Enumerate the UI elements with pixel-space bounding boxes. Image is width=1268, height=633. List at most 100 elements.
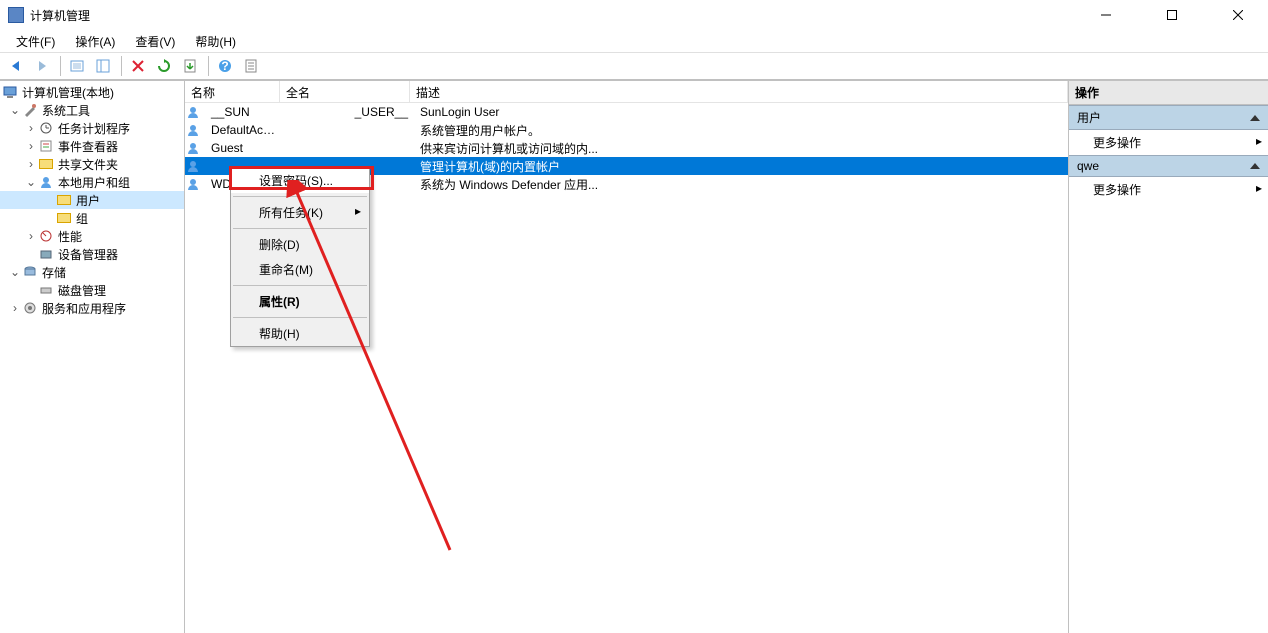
tree-root[interactable]: 计算机管理(本地) [0, 83, 184, 101]
tools-icon [22, 102, 38, 118]
ctx-properties[interactable]: 属性(R) [231, 289, 369, 314]
menu-action[interactable]: 操作(A) [67, 31, 123, 52]
list-row[interactable]: __SUN _USER__ SunLogin User [185, 103, 1068, 121]
cell-desc: 系统管理的用户帐户。 [414, 122, 1068, 139]
cell-desc: 系统为 Windows Defender 应用... [414, 176, 1068, 193]
cell-desc: 管理计算机(域)的内置帐户 [414, 158, 1068, 175]
chevron-right-icon[interactable]: › [24, 229, 38, 243]
tree-label: 计算机管理(本地) [22, 84, 114, 101]
tree-services-apps[interactable]: › 服务和应用程序 [0, 299, 184, 317]
forward-button[interactable] [30, 54, 54, 78]
user-icon [185, 122, 201, 138]
menu-view[interactable]: 查看(V) [127, 31, 183, 52]
tree-task-scheduler[interactable]: › 任务计划程序 [0, 119, 184, 137]
cell-desc: 供来宾访问计算机或访问域的内... [414, 140, 1068, 157]
list-header: 名称 全名 描述 [185, 81, 1068, 103]
tree-label: 性能 [58, 228, 82, 245]
ctx-label: 所有任务(K) [259, 206, 323, 220]
toolbar-separator [121, 56, 122, 76]
action-pane: 操作 用户 更多操作 ▸ qwe 更多操作 ▸ [1068, 81, 1268, 633]
ctx-separator [233, 285, 367, 286]
back-button[interactable] [4, 54, 28, 78]
list-row[interactable]: Guest 供来宾访问计算机或访问域的内... [185, 139, 1068, 157]
tree-label: 本地用户和组 [58, 174, 130, 191]
computer-icon [2, 84, 18, 100]
tree-users[interactable]: 用户 [0, 191, 184, 209]
list-row[interactable]: DefaultAcc... 系统管理的用户帐户。 [185, 121, 1068, 139]
tree-label: 共享文件夹 [58, 156, 118, 173]
tree-label: 组 [76, 210, 88, 227]
toolbar-separator [208, 56, 209, 76]
cell-desc: SunLogin User [414, 105, 1068, 119]
action-group-users[interactable]: 用户 [1069, 105, 1268, 130]
cell-name: DefaultAcc... [205, 123, 284, 137]
chevron-right-icon[interactable]: › [8, 301, 22, 315]
ctx-label: 重命名(M) [259, 263, 313, 277]
ctx-separator [233, 196, 367, 197]
ctx-set-password[interactable]: 设置密码(S)... [231, 168, 369, 193]
tree-performance[interactable]: › 性能 [0, 227, 184, 245]
action-group-qwe[interactable]: qwe [1069, 155, 1268, 177]
column-fullname[interactable]: 全名 [280, 81, 410, 102]
delete-button[interactable] [126, 54, 150, 78]
help-button[interactable]: ? [213, 54, 237, 78]
submenu-arrow-icon: ▸ [355, 204, 361, 218]
ctx-help[interactable]: 帮助(H) [231, 321, 369, 346]
folder-icon [56, 192, 72, 208]
chevron-down-icon[interactable]: ⌄ [8, 265, 22, 279]
app-icon [8, 7, 24, 23]
submenu-arrow-icon: ▸ [1256, 134, 1262, 151]
ctx-rename[interactable]: 重命名(M) [231, 257, 369, 282]
chevron-down-icon[interactable]: ⌄ [24, 175, 38, 189]
action-more-1[interactable]: 更多操作 ▸ [1069, 130, 1268, 155]
submenu-arrow-icon: ▸ [1256, 181, 1262, 198]
tree-label: 磁盘管理 [58, 282, 106, 299]
cell-fullname: _USER__ [284, 105, 414, 119]
show-hide-tree-button[interactable] [91, 54, 115, 78]
toolbar: ? [0, 52, 1268, 80]
window-title: 计算机管理 [30, 7, 1084, 24]
maximize-button[interactable] [1150, 1, 1194, 29]
tree-disk-management[interactable]: 磁盘管理 [0, 281, 184, 299]
user-icon [185, 104, 201, 120]
action-group-label: 用户 [1077, 109, 1101, 126]
refresh-button[interactable] [152, 54, 176, 78]
tree-label: 事件查看器 [58, 138, 118, 155]
tree-shared-folders[interactable]: › 共享文件夹 [0, 155, 184, 173]
tree-storage[interactable]: ⌄ 存储 [0, 263, 184, 281]
chevron-right-icon[interactable]: › [24, 157, 38, 171]
event-icon [38, 138, 54, 154]
tree-label: 存储 [42, 264, 66, 281]
properties-button[interactable] [239, 54, 263, 78]
user-icon [185, 140, 201, 156]
tree-local-users-groups[interactable]: ⌄ 本地用户和组 [0, 173, 184, 191]
ctx-all-tasks[interactable]: 所有任务(K) ▸ [231, 200, 369, 225]
action-more-2[interactable]: 更多操作 ▸ [1069, 177, 1268, 202]
chevron-right-icon[interactable]: › [24, 139, 38, 153]
ctx-label: 帮助(H) [259, 327, 300, 341]
ctx-delete[interactable]: 删除(D) [231, 232, 369, 257]
cell-name: __SUN [205, 105, 284, 119]
services-icon [22, 300, 38, 316]
minimize-button[interactable] [1084, 1, 1128, 29]
column-description[interactable]: 描述 [410, 81, 1068, 102]
chevron-down-icon[interactable]: ⌄ [8, 103, 22, 117]
menu-file[interactable]: 文件(F) [8, 31, 63, 52]
clock-icon [38, 120, 54, 136]
close-button[interactable] [1216, 1, 1260, 29]
menu-help[interactable]: 帮助(H) [187, 31, 244, 52]
up-button[interactable] [65, 54, 89, 78]
column-name[interactable]: 名称 [185, 81, 280, 102]
performance-icon [38, 228, 54, 244]
chevron-right-icon[interactable]: › [24, 121, 38, 135]
action-header: 操作 [1069, 81, 1268, 105]
export-button[interactable] [178, 54, 202, 78]
tree-system-tools[interactable]: ⌄ 系统工具 [0, 101, 184, 119]
tree-device-manager[interactable]: 设备管理器 [0, 245, 184, 263]
tree-event-viewer[interactable]: › 事件查看器 [0, 137, 184, 155]
tree-groups[interactable]: 组 [0, 209, 184, 227]
users-groups-icon [38, 174, 54, 190]
tree-label: 任务计划程序 [58, 120, 130, 137]
collapse-icon [1250, 163, 1260, 169]
action-link-label: 更多操作 [1093, 134, 1141, 151]
